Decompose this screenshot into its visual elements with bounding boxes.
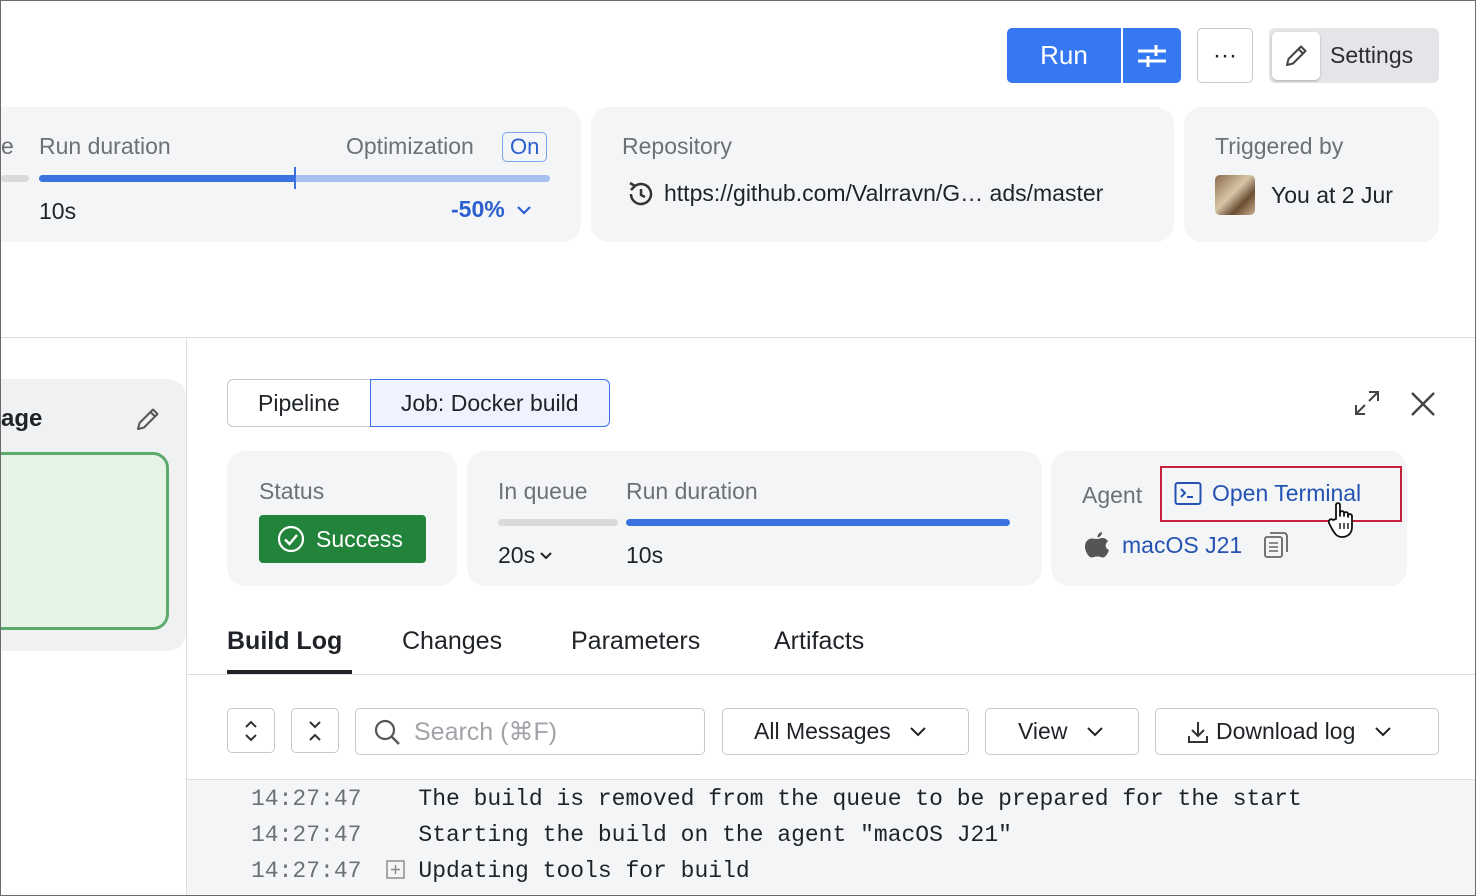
log-time: 14:27:47 [251,858,362,884]
job-node[interactable] [1,452,169,630]
repository-link[interactable]: https://github.com/Valrravn/G… ads/maste… [664,180,1144,207]
log-line: 14:27:47 Starting the build on the agent … [251,822,1012,848]
optimization-label: Optimization [346,133,474,159]
in-queue-label: In queue [498,478,588,504]
in-queue-bar [498,519,618,526]
all-messages-label: All Messages [754,718,891,744]
tab-changes[interactable]: Changes [402,627,502,656]
expand-all-icon [245,720,257,741]
triggered-label: Triggered by [1215,133,1344,159]
edit-icon[interactable] [133,404,163,434]
chevron-down-icon [1087,726,1104,736]
active-tab-indicator [227,670,352,674]
repository-label: Repository [622,133,732,159]
chevron-down-icon [540,551,552,559]
expand-all-button[interactable] [227,708,275,753]
run-label: Run [1040,40,1088,70]
app-window: Run ··· Settings e Run duration Optimiza… [0,0,1476,896]
apple-icon [1085,532,1109,558]
tab-build-log[interactable]: Build Log [227,627,342,656]
copy-icon[interactable] [1262,530,1290,560]
search-icon [374,719,400,745]
panel-tabs: Pipeline Job: Docker build [227,379,610,427]
run-options-button[interactable] [1123,28,1181,83]
settings-button[interactable]: Settings [1269,28,1439,83]
close-icon[interactable] [1409,390,1437,418]
bar-marker [294,167,296,189]
more-button[interactable]: ··· [1197,28,1253,83]
queue-bar [1,175,29,182]
avatar [1215,175,1255,215]
collapse-all-button[interactable] [291,708,339,753]
log-text: Starting the build on the agent "macOS J… [418,822,1012,848]
log-search-input[interactable]: Search (⌘F) [355,708,705,755]
download-log-label: Download log [1216,718,1356,744]
agent-label: Agent [1082,482,1143,508]
search-placeholder: Search (⌘F) [414,717,558,746]
in-queue-value: 20s [498,542,536,568]
status-label: Status [259,478,325,504]
log-text: The build is removed from the queue to b… [418,786,1302,812]
log-time: 14:27:47 [251,786,362,812]
left-fragment-label: e [1,133,14,159]
repository-card [591,107,1174,242]
settings-label: Settings [1330,42,1414,68]
log-line: 14:27:47 Updating tools for build [251,858,750,884]
status-value: Success [316,525,403,552]
job-run-duration-value: 10s [626,542,664,568]
run-button[interactable]: Run [1007,28,1121,83]
tabs-divider [187,674,1475,675]
history-icon [629,181,653,206]
job-run-duration-label: Run duration [626,478,758,504]
collapse-all-icon [309,720,321,741]
in-queue-dropdown[interactable]: 20s [498,542,554,569]
all-messages-dropdown[interactable]: All Messages [722,708,969,755]
run-duration-value: 10s [39,198,77,224]
run-duration-bar [39,175,295,182]
pencil-icon [1272,31,1320,80]
hand-cursor-icon [1327,502,1353,538]
sliders-icon [1138,44,1166,67]
download-log-dropdown[interactable]: Download log [1155,708,1439,755]
view-label: View [1018,718,1068,744]
agent-name-link[interactable]: macOS J21 [1122,532,1242,559]
expand-node-icon[interactable] [386,860,405,879]
tab-parameters[interactable]: Parameters [571,627,700,656]
download-icon [1188,721,1208,743]
terminal-icon [1174,481,1202,505]
tab-artifacts[interactable]: Artifacts [774,627,864,656]
optimization-percent-value: -50% [451,196,505,222]
status-badge: Success [259,515,426,563]
triggered-value: You at 2 Jur [1271,182,1393,208]
chevron-down-icon [517,206,531,215]
stage-title: age [1,405,43,432]
log-time: 14:27:47 [251,822,362,848]
section-divider [1,337,1475,338]
tab-job[interactable]: Job: Docker build [369,379,610,427]
run-duration-label: Run duration [39,133,171,159]
chevron-down-icon [910,726,926,736]
log-text: Updating tools for build [418,858,750,884]
optimization-badge: On [502,132,548,162]
view-dropdown[interactable]: View [985,708,1139,755]
log-line: 14:27:47 The build is removed from the qu… [251,786,1302,812]
tab-pipeline[interactable]: Pipeline [227,379,370,427]
more-icon: ··· [1213,41,1237,69]
chevron-down-icon [1375,726,1392,736]
expand-icon[interactable] [1353,389,1381,417]
optimization-percent[interactable]: -50% [451,196,533,223]
job-run-duration-bar [626,519,1010,526]
check-circle-icon [277,525,305,553]
